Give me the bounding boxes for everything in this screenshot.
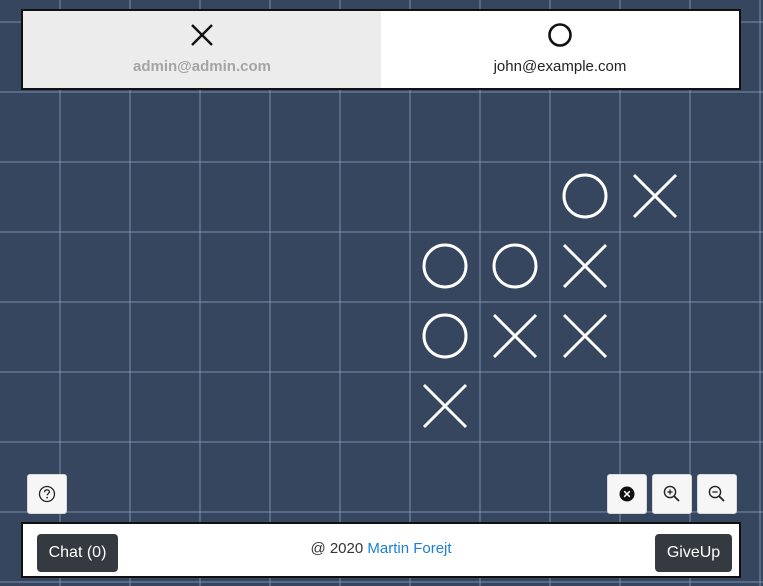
board-cell-x[interactable] xyxy=(562,313,608,359)
zoom-out-icon xyxy=(708,485,725,502)
o-mark xyxy=(562,173,608,219)
board-cell-o[interactable] xyxy=(562,173,608,219)
board-cell-o[interactable] xyxy=(422,243,468,289)
copyright-text: @ 2020 xyxy=(310,540,364,557)
footer: Chat (0) @ 2020 Martin Forejt GiveUp xyxy=(21,522,741,578)
x-mark-icon xyxy=(191,24,213,46)
board-cell-o[interactable] xyxy=(492,243,538,289)
player-o: john@example.com xyxy=(381,11,739,88)
zoom-out-button[interactable] xyxy=(697,474,737,514)
board-cell-x[interactable] xyxy=(632,173,678,219)
board-cell-o[interactable] xyxy=(422,313,468,359)
players-panel: admin@admin.com john@example.com xyxy=(21,9,741,90)
help-button[interactable] xyxy=(27,474,67,514)
o-mark xyxy=(422,313,468,359)
zoom-in-icon xyxy=(663,485,680,502)
board-cell-x[interactable] xyxy=(492,313,538,359)
author-link[interactable]: Martin Forejt xyxy=(367,540,451,557)
giveup-button[interactable]: GiveUp xyxy=(655,534,732,572)
o-mark xyxy=(492,243,538,289)
close-game-button[interactable] xyxy=(607,474,647,514)
question-circle-icon xyxy=(38,485,56,503)
player-x: admin@admin.com xyxy=(23,11,381,88)
player-x-email: admin@admin.com xyxy=(133,58,271,75)
board-cell-x[interactable] xyxy=(562,243,608,289)
o-mark-icon xyxy=(548,23,572,47)
board-cell-x[interactable] xyxy=(422,383,468,429)
zoom-in-button[interactable] xyxy=(652,474,692,514)
player-o-email: john@example.com xyxy=(493,58,627,75)
copyright: @ 2020 Martin Forejt xyxy=(23,540,739,557)
x-circle-icon xyxy=(619,486,635,502)
o-mark xyxy=(422,243,468,289)
